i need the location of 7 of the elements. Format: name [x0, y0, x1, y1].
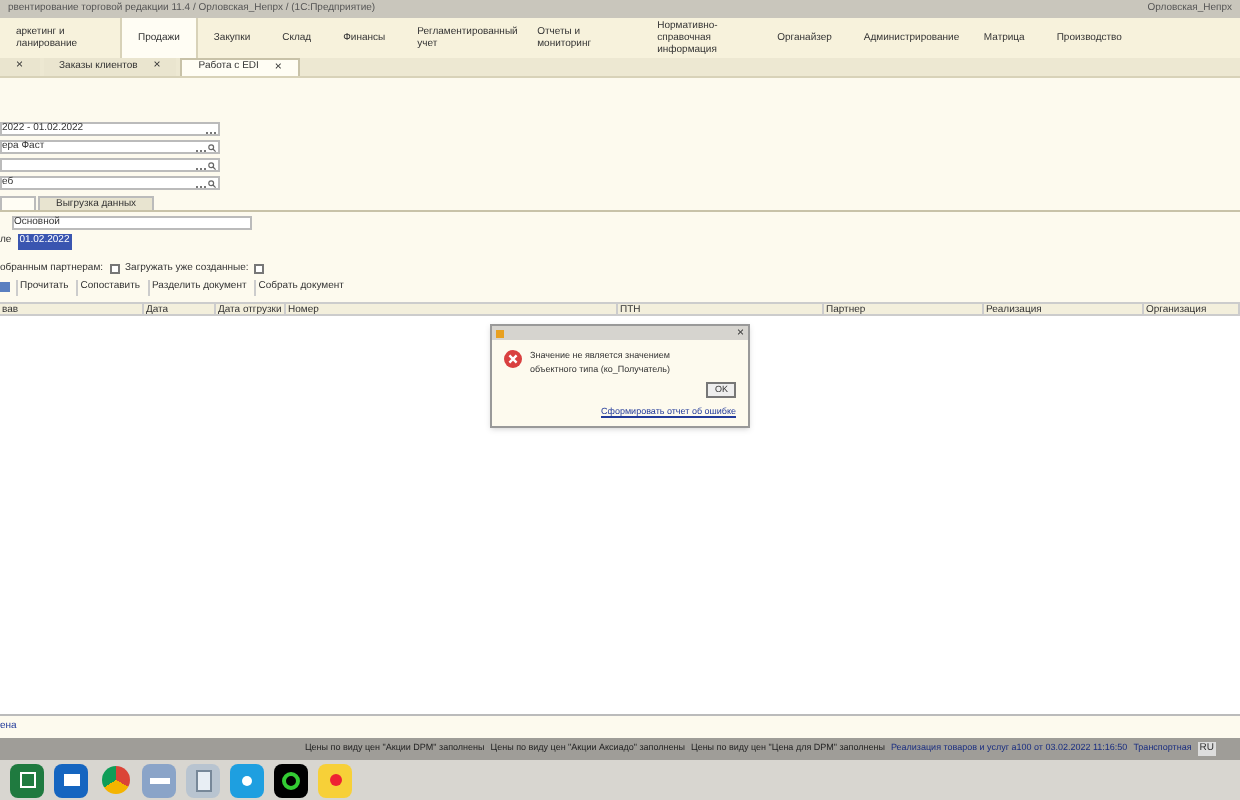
checkbox[interactable]	[254, 263, 265, 274]
error-icon	[504, 350, 522, 368]
input-field[interactable]	[0, 158, 220, 172]
checkbox[interactable]	[109, 263, 120, 274]
search-icon[interactable]	[208, 161, 216, 169]
search-icon[interactable]	[208, 143, 216, 151]
search-icon[interactable]	[208, 179, 216, 187]
